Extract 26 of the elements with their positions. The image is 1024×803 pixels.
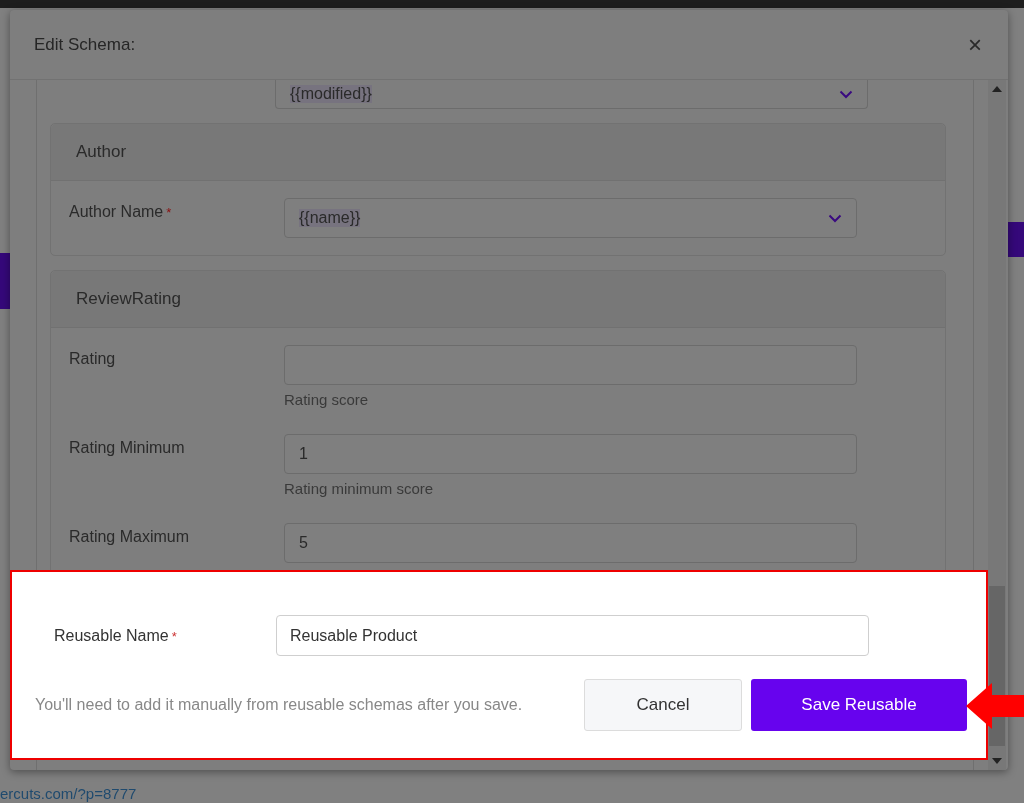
scroll-down-icon[interactable] bbox=[992, 758, 1002, 764]
input-field[interactable]: 5 bbox=[284, 523, 857, 563]
field-label: Rating Maximum bbox=[69, 527, 191, 547]
section-title: Author bbox=[76, 142, 127, 162]
help-text: Rating score bbox=[284, 391, 370, 408]
cancel-button[interactable]: Cancel bbox=[584, 679, 742, 731]
scroll-up-icon[interactable] bbox=[992, 86, 1002, 92]
section-title: ReviewRating bbox=[76, 289, 181, 309]
field-label: Reusable Name * bbox=[54, 626, 178, 645]
help-text: Rating minimum score bbox=[284, 480, 435, 497]
chevron-down-icon bbox=[839, 89, 853, 99]
select-field[interactable]: {{modified}} bbox=[275, 80, 868, 109]
reusable-name-field[interactable]: Reusable Product bbox=[276, 615, 869, 656]
select-field[interactable]: {{name}} bbox=[284, 198, 857, 238]
callout-arrow bbox=[966, 683, 1024, 729]
field-label: Author Name * bbox=[69, 202, 173, 222]
field-label: Rating bbox=[69, 349, 117, 369]
scrollbar[interactable] bbox=[988, 80, 1006, 770]
dialog-title: Edit Schema: bbox=[34, 34, 136, 55]
save-button[interactable]: Save Reusable bbox=[751, 679, 967, 731]
input-field[interactable]: 1 bbox=[284, 434, 857, 474]
chevron-down-icon bbox=[828, 213, 842, 223]
post-link[interactable]: ercuts.com/?p=8777 bbox=[0, 786, 137, 802]
close-button[interactable]: × bbox=[964, 30, 986, 59]
field-label: Rating Minimum bbox=[69, 438, 186, 458]
note-text: You'll need to add it manually from reusable schemas after you save. bbox=[35, 696, 524, 714]
